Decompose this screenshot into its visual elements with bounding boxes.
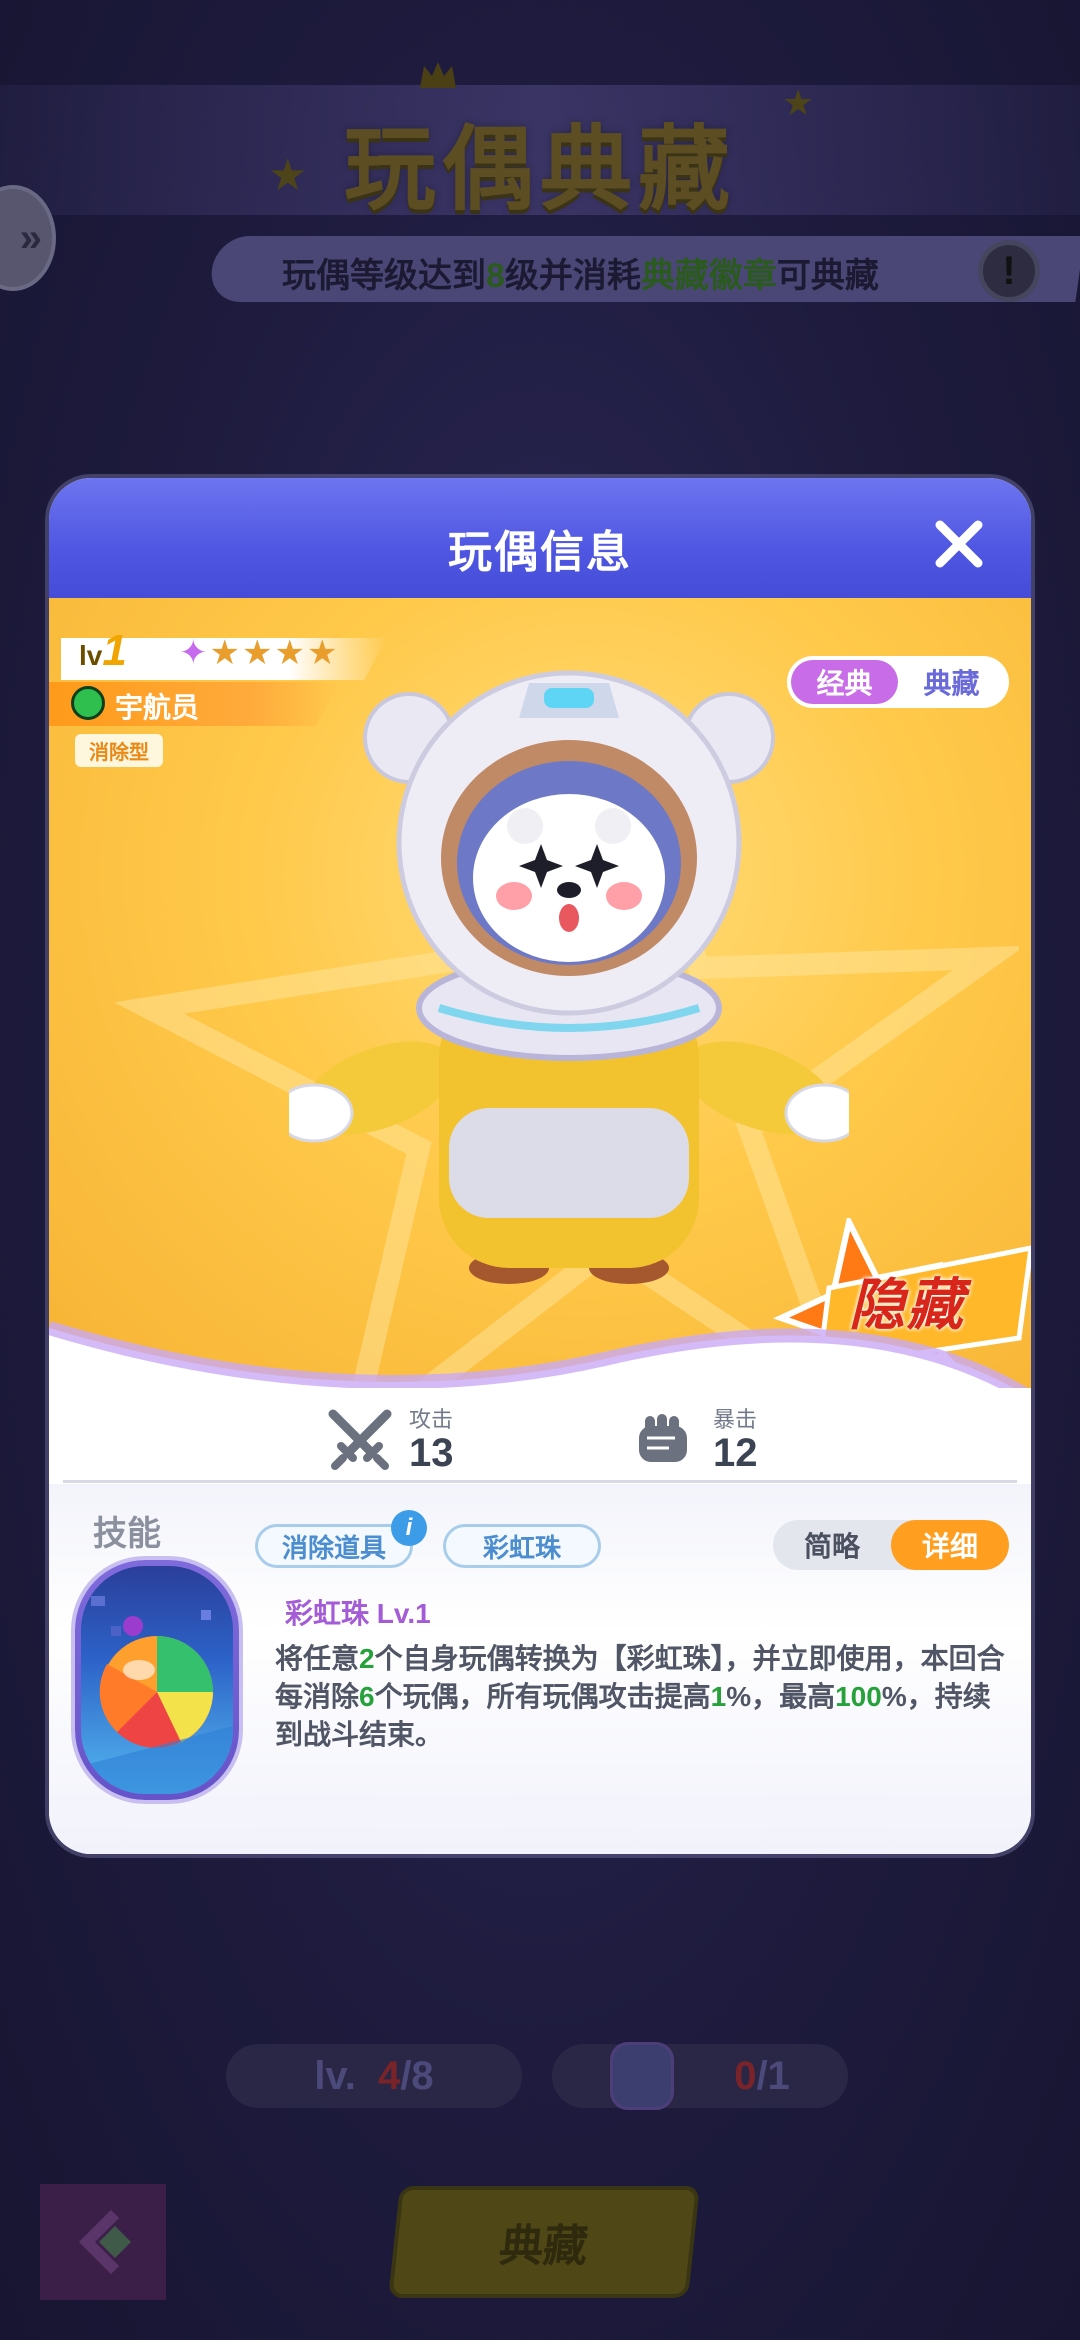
star-icon: ★ xyxy=(209,634,240,672)
badge-count-pill: 0/1 xyxy=(552,2042,848,2110)
star-icon: ✦ xyxy=(179,634,208,672)
notice-text: 玩偶等级达到8级并消耗典藏徽章可典藏 xyxy=(282,257,879,295)
description-mode-toggle: 简略 详细 xyxy=(773,1520,1009,1570)
crit-label: 暴击 xyxy=(713,1407,758,1432)
crit-stat: 暴击 12 xyxy=(631,1408,758,1474)
close-icon xyxy=(935,520,983,568)
skill-tag-rainbow[interactable]: 彩虹珠 xyxy=(443,1524,601,1568)
fist-icon xyxy=(639,1414,687,1462)
skill-description: 将任意2个自身玩偶转换为【彩虹珠】，并立即使用，本回合每消除6个玩偶，所有玩偶攻… xyxy=(275,1643,1005,1750)
divider xyxy=(63,1480,1017,1483)
collect-button[interactable]: 典藏 xyxy=(388,2186,700,2298)
modal-title: 玩偶信息 xyxy=(448,528,632,577)
skill-tag-item[interactable]: 消除道具 xyxy=(255,1524,413,1568)
skin-option-collection[interactable]: 典藏 xyxy=(898,660,1005,704)
mode-detail-button[interactable]: 详细 xyxy=(891,1520,1009,1570)
crossed-swords-icon xyxy=(328,1409,392,1470)
crown-icon xyxy=(420,62,456,88)
astronaut-bear-figure xyxy=(289,670,849,1284)
info-button[interactable]: ! xyxy=(978,240,1040,302)
doll-type-tag: 消除型 xyxy=(75,734,163,767)
skill-section: 技能 消除道具 i 彩虹珠 简略 详细 彩虹珠 Lv.1 将任意2个自身玩偶转换… xyxy=(49,1484,1031,1854)
attack-value: 13 xyxy=(409,1431,454,1475)
swirl-element-icon xyxy=(71,686,105,720)
skill-name: 彩虹珠 Lv.1 xyxy=(285,1598,431,1629)
back-arrow-icon xyxy=(79,2210,131,2274)
character-showcase: lv1 ✦ ★ ★ ★ ★ 宇航员 消除型 经典 典藏 隐藏 xyxy=(49,598,1031,1388)
mode-brief-button[interactable]: 简略 xyxy=(773,1520,891,1570)
wave-divider xyxy=(49,1321,1028,1388)
attack-stat: 攻击 13 xyxy=(327,1408,454,1474)
star-icon: ★ xyxy=(241,634,273,672)
close-button[interactable] xyxy=(929,514,989,574)
page-title: 玩偶典藏 xyxy=(343,116,736,223)
doll-avatar-icon xyxy=(610,2042,675,2110)
rainbow-ball-art xyxy=(81,1596,233,1794)
skill-section-label: 技能 xyxy=(93,1515,161,1553)
modal-header: 玩偶信息 xyxy=(49,478,1031,598)
tag-info-icon[interactable]: i xyxy=(391,1510,427,1546)
rainbow-ball-icon xyxy=(81,1566,233,1794)
skill-icon-frame[interactable] xyxy=(75,1560,239,1800)
back-button[interactable] xyxy=(40,2184,166,2300)
attack-label: 攻击 xyxy=(409,1407,454,1432)
level-label: lv1 xyxy=(79,626,127,675)
doll-info-modal: 玩偶信息 lv1 ✦ ★ ★ ★ ★ 宇航员 消除型 经典 典藏 隐藏 攻击 1… xyxy=(49,478,1031,1854)
doll-name: 宇航员 xyxy=(115,692,200,723)
crit-value: 12 xyxy=(713,1431,758,1475)
level-progress-pill: lv. 4/8 xyxy=(226,2044,522,2108)
